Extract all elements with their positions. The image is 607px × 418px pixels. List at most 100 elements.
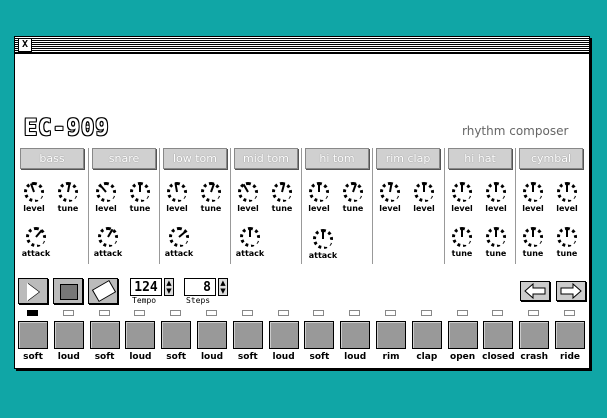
knob-pointer (389, 182, 393, 193)
knob-level[interactable] (24, 182, 44, 202)
knob-level[interactable] (309, 182, 329, 202)
step-pad[interactable] (447, 321, 478, 349)
knob-tune[interactable] (272, 182, 292, 202)
knob-attack[interactable] (169, 227, 189, 247)
step-pad[interactable] (125, 321, 156, 349)
steps-field[interactable]: 8 (184, 278, 216, 296)
knob-pointer (242, 183, 249, 193)
step-pad-label: crash (520, 352, 548, 362)
knob-level[interactable] (452, 182, 472, 202)
step-pad[interactable] (161, 321, 192, 349)
knob-level[interactable] (557, 182, 577, 202)
step-pad-label: open (450, 352, 476, 362)
step-pad-label: loud (344, 352, 367, 362)
instrument-button-hi-tom[interactable]: hi tom (305, 148, 369, 169)
stop-icon (60, 284, 78, 300)
step-pad[interactable] (18, 321, 48, 349)
knob-attack[interactable] (240, 227, 260, 247)
step-pad-label: loud (129, 352, 152, 362)
clear-button[interactable] (88, 278, 118, 304)
knob-attack[interactable] (313, 229, 333, 249)
knob-label: tune (129, 204, 151, 213)
knob-pointer (532, 228, 534, 237)
steps-stepper[interactable]: ▲ ▼ (218, 278, 228, 296)
step-led (420, 310, 432, 316)
step-led (206, 310, 217, 316)
play-button[interactable] (18, 278, 48, 304)
knob-pointer (107, 228, 114, 238)
prev-pattern-button[interactable] (520, 281, 550, 301)
step-pad[interactable] (483, 321, 514, 349)
knob-label: tune (200, 204, 222, 213)
tempo-field[interactable]: 124 (130, 278, 162, 296)
step-led (349, 310, 361, 316)
knob-level[interactable] (96, 182, 116, 202)
knob-pointer (461, 228, 463, 237)
step-led (528, 310, 540, 316)
step-pad[interactable] (340, 321, 371, 349)
step-pad[interactable] (53, 321, 84, 349)
knob-pointer (174, 182, 178, 193)
knob-level[interactable] (167, 182, 187, 202)
step-pad[interactable] (376, 321, 406, 349)
knob-label: tune (342, 204, 364, 213)
title-bar[interactable]: X (15, 37, 589, 54)
knob-attack[interactable] (98, 227, 118, 247)
step-led (62, 310, 74, 316)
knob-pointer (99, 184, 107, 193)
knob-label: tune (271, 204, 293, 213)
step-pad[interactable] (555, 321, 585, 349)
knob-tune[interactable] (523, 227, 543, 247)
tempo-stepper[interactable]: ▲ ▼ (164, 278, 174, 296)
knob-pointer (281, 183, 286, 193)
step-pad[interactable] (304, 321, 335, 349)
stop-button[interactable] (53, 278, 83, 304)
knob-label: level (413, 204, 435, 213)
knob-level[interactable] (414, 182, 434, 202)
step-pad[interactable] (519, 321, 550, 349)
knob-level[interactable] (380, 182, 400, 202)
knob-pointer (566, 228, 568, 237)
instrument-button-snare[interactable]: snare (92, 148, 156, 169)
instrument-button-bass[interactable]: bass (20, 148, 84, 169)
knob-tune[interactable] (343, 182, 363, 202)
close-icon[interactable]: X (18, 38, 32, 52)
step-pad[interactable] (411, 321, 442, 349)
knob-pointer (139, 183, 141, 192)
instrument-button-cymbal[interactable]: cymbal (519, 148, 583, 169)
next-pattern-button[interactable] (556, 281, 586, 301)
knob-level[interactable] (238, 182, 258, 202)
step-pad-label: ride (559, 352, 581, 362)
knob-pointer (67, 182, 71, 193)
knob-tune[interactable] (486, 227, 506, 247)
knob-pointer (318, 183, 320, 192)
eraser-icon (91, 279, 117, 303)
knob-level[interactable] (523, 182, 543, 202)
step-pad[interactable] (268, 321, 299, 349)
step-pad-label: rim (382, 352, 400, 362)
step-pad[interactable] (197, 321, 227, 349)
knob-attack[interactable] (26, 227, 46, 247)
step-pad[interactable] (232, 321, 263, 349)
knob-pointer (423, 183, 425, 192)
knob-tune[interactable] (201, 182, 221, 202)
step-led (170, 310, 182, 316)
step-pad[interactable] (89, 321, 120, 349)
knob-label: attack (164, 249, 194, 258)
step-pad-label: loud (200, 352, 224, 362)
knob-label: level (556, 204, 578, 213)
knob-tune[interactable] (58, 182, 78, 202)
step-pad-label: loud (57, 352, 80, 362)
instrument-button-mid-tom[interactable]: mid tom (234, 148, 298, 169)
app-subtitle: rhythm composer (462, 124, 569, 138)
knob-tune[interactable] (130, 182, 150, 202)
knob-tune[interactable] (557, 227, 577, 247)
instrument-button-rim-clap[interactable]: rim clap (376, 148, 440, 169)
instrument-button-low-tom[interactable]: low tom (163, 148, 227, 169)
knob-level[interactable] (486, 182, 506, 202)
step-pad-label: soft (309, 352, 330, 362)
knob-label: attack (235, 249, 265, 258)
instrument-button-hi-hat[interactable]: hi hat (448, 148, 512, 169)
knob-pointer (461, 183, 463, 192)
knob-tune[interactable] (452, 227, 472, 247)
